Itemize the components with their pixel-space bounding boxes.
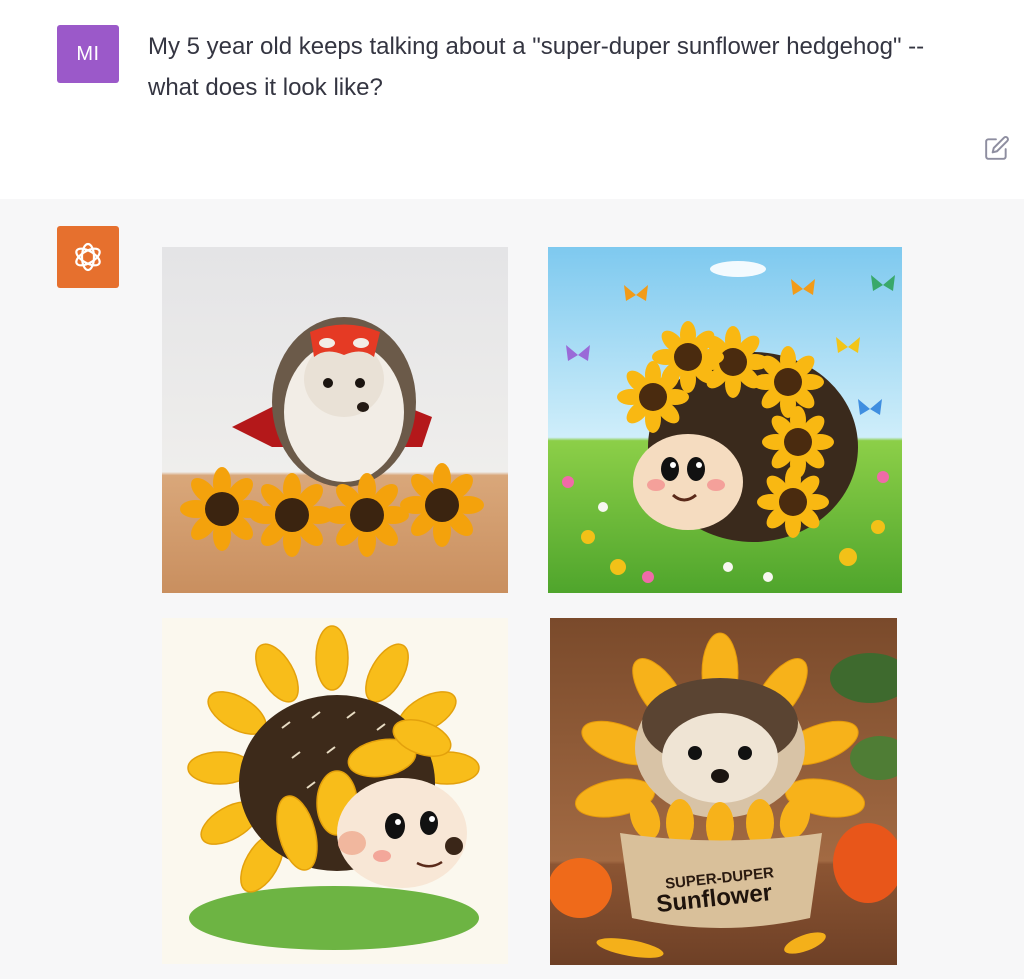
edit-icon [985, 136, 1009, 160]
assistant-turn: SUPER-DUPER Sunflower [0, 199, 1024, 979]
edit-button[interactable] [982, 133, 1012, 163]
user-turn: MI My 5 year old keeps talking about a "… [0, 0, 1024, 199]
generated-image-2[interactable] [548, 247, 902, 593]
generated-image-1[interactable] [162, 247, 508, 593]
generated-image-4[interactable]: SUPER-DUPER Sunflower [550, 618, 897, 965]
assistant-avatar [57, 226, 119, 288]
openai-logo-icon [75, 242, 101, 272]
user-message: My 5 year old keeps talking about a "sup… [148, 33, 925, 101]
generated-image-3[interactable] [162, 618, 508, 964]
user-avatar: MI [57, 25, 119, 83]
